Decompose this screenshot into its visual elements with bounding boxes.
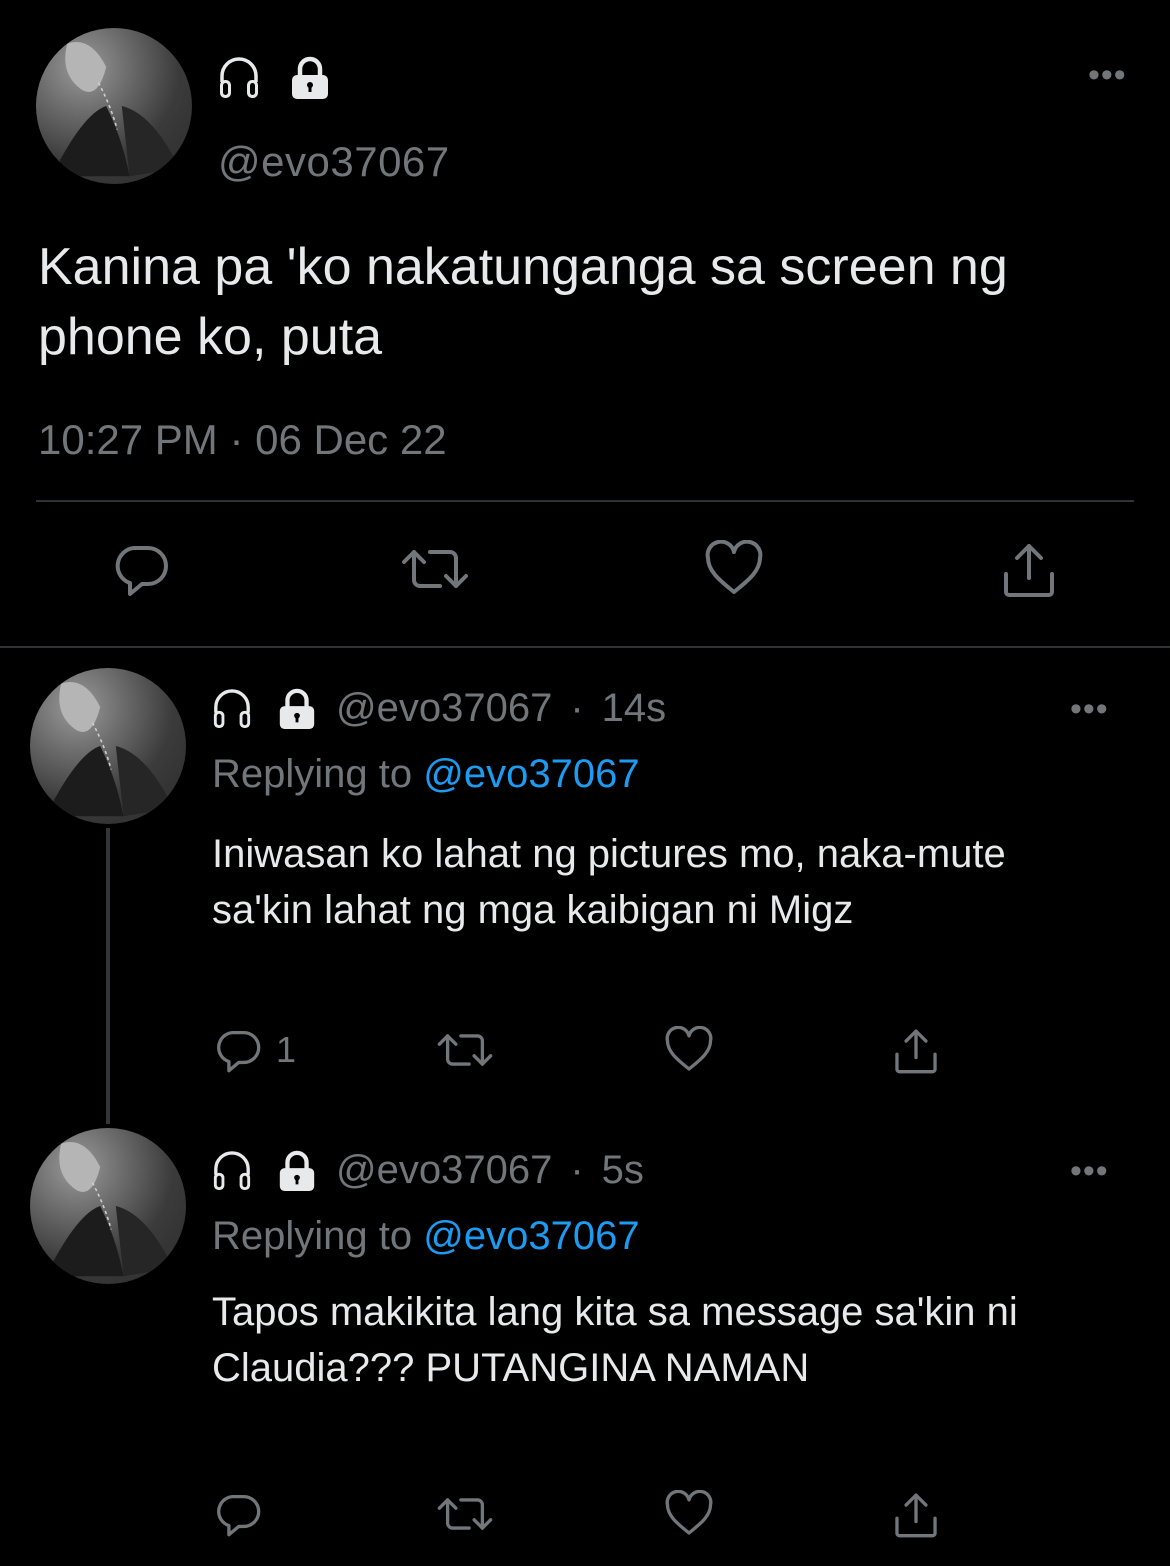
avatar-image <box>51 42 180 177</box>
retweet-icon[interactable] <box>436 1026 494 1074</box>
reply-header: @evo37067 · 14s <box>212 686 666 731</box>
replying-to: Replying to @evo37067 <box>212 752 640 797</box>
reply-count: 1 <box>276 1029 297 1070</box>
divider <box>36 500 1134 502</box>
avatar[interactable] <box>36 28 192 184</box>
retweet-icon[interactable] <box>436 1490 494 1538</box>
reply-time[interactable]: 5s <box>602 1148 644 1193</box>
like-icon[interactable] <box>664 1490 714 1538</box>
like-icon[interactable] <box>704 540 764 598</box>
separator: · <box>570 686 584 730</box>
divider <box>0 646 1170 648</box>
more-options-button[interactable]: ••• <box>1070 692 1109 726</box>
share-icon[interactable] <box>1000 540 1058 600</box>
avatar[interactable] <box>30 1128 186 1284</box>
share-icon[interactable] <box>892 1026 940 1076</box>
reply-text: Iniwasan ko lahat ng pictures mo, naka-m… <box>212 832 1006 932</box>
replying-label: Replying to <box>212 752 413 796</box>
headphones-icon <box>212 1150 252 1192</box>
more-options-button[interactable]: ••• <box>1088 58 1127 92</box>
user-badges <box>218 56 332 100</box>
user-handle[interactable]: @evo37067 <box>336 686 552 731</box>
user-handle[interactable]: @evo37067 <box>336 1148 552 1193</box>
share-icon[interactable] <box>892 1490 940 1540</box>
replying-to: Replying to @evo37067 <box>212 1214 640 1259</box>
reply-action-bar <box>0 1490 1170 1546</box>
retweet-icon[interactable] <box>400 540 470 598</box>
replying-mention-link[interactable]: @evo37067 <box>423 1214 639 1258</box>
separator: · <box>570 1148 584 1192</box>
reply-icon <box>217 1494 261 1537</box>
avatar-image <box>45 682 174 817</box>
replying-mention-link[interactable]: @evo37067 <box>423 752 639 796</box>
lock-icon <box>288 56 332 100</box>
reply-text: Tapos makikita lang kita sa message sa'k… <box>212 1290 1018 1390</box>
reply-action-bar: 1 <box>0 1026 1170 1082</box>
avatar-image <box>45 1142 174 1277</box>
headphones-icon <box>218 56 260 100</box>
lock-icon <box>276 688 318 730</box>
lock-icon <box>276 1150 318 1192</box>
like-icon[interactable] <box>664 1026 714 1074</box>
reply-icon[interactable] <box>112 540 170 598</box>
tweet-timestamp[interactable]: 10:27 PM · 06 Dec 22 <box>38 416 447 464</box>
avatar[interactable] <box>30 668 186 824</box>
user-handle[interactable]: @evo37067 <box>218 138 450 186</box>
tweet-text: Kanina pa 'ko nakatunganga sa screen ng … <box>38 238 1008 366</box>
reply-button[interactable]: 1 <box>214 1026 296 1074</box>
headphones-icon <box>212 688 252 730</box>
replying-label: Replying to <box>212 1214 413 1258</box>
tweet-thread: ••• @evo37067 Kanina pa 'ko nakatunganga… <box>0 0 1170 1566</box>
tweet-action-bar <box>0 540 1170 610</box>
more-options-button[interactable]: ••• <box>1070 1154 1109 1188</box>
reply-icon <box>217 1030 261 1073</box>
reply-header: @evo37067 · 5s <box>212 1148 644 1193</box>
reply-time[interactable]: 14s <box>602 686 667 731</box>
reply-button[interactable] <box>214 1490 276 1538</box>
